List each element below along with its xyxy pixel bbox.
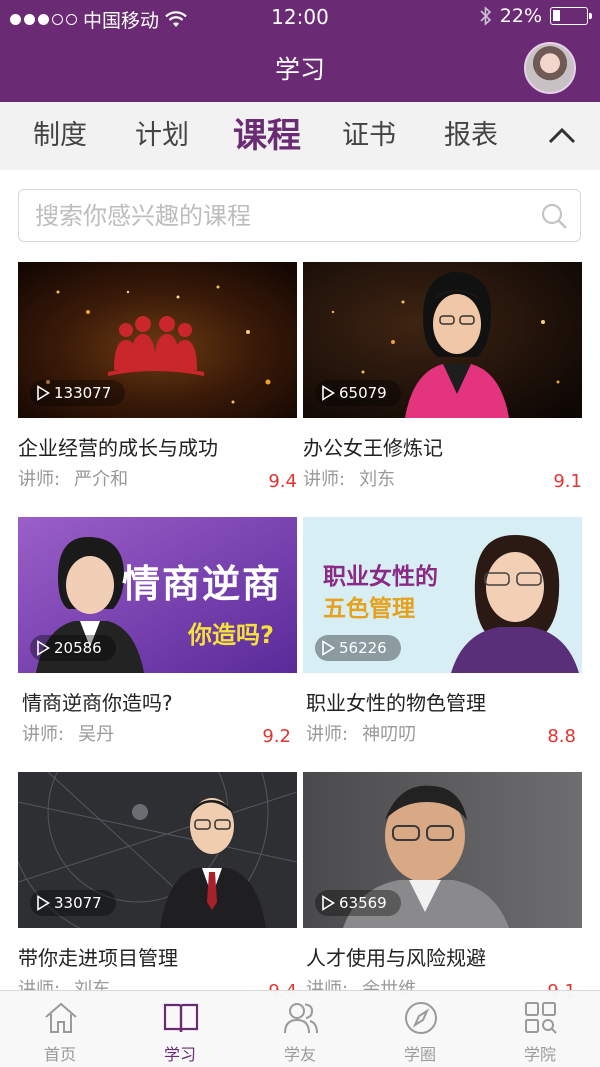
- teacher-name: 吴丹: [78, 724, 115, 745]
- course-title[interactable]: 人才使用与风险规避: [306, 942, 486, 971]
- course-score: 9.4: [268, 471, 297, 492]
- play-icon: [322, 895, 335, 911]
- teacher-label: 讲师:: [22, 724, 65, 745]
- battery-icon: [550, 7, 592, 25]
- book-icon: [163, 1003, 199, 1033]
- nav-label: 学院: [523, 1045, 556, 1064]
- play-count: 133077: [30, 380, 126, 406]
- course-thumbnail[interactable]: 133077: [18, 262, 297, 418]
- nav-home[interactable]: 首页: [0, 991, 120, 1067]
- play-icon: [37, 895, 50, 911]
- search-icon[interactable]: [540, 202, 568, 230]
- play-count-value: 63569: [339, 894, 387, 912]
- course-thumbnail[interactable]: 33077: [18, 772, 297, 928]
- compass-icon: [405, 1002, 437, 1034]
- play-count-value: 20586: [54, 639, 102, 657]
- search-input[interactable]: [35, 190, 535, 241]
- category-tabs: 制度 计划 课程 证书 报表: [0, 102, 600, 170]
- play-count: 63569: [315, 890, 401, 916]
- course-score: 9.1: [553, 471, 582, 492]
- course-title[interactable]: 职业女性的物色管理: [306, 687, 486, 716]
- thumbnail-caption-line1: 职业女性的: [323, 564, 438, 590]
- nav-label: 学圈: [403, 1045, 436, 1064]
- thumbnail-caption-line2: 五色管理: [323, 596, 415, 622]
- tab-rules[interactable]: 制度: [33, 102, 87, 170]
- course-teacher: 讲师: 严介和: [18, 465, 128, 491]
- play-icon: [322, 640, 335, 656]
- course-title[interactable]: 办公女王修炼记: [303, 432, 443, 461]
- bluetooth-icon: [480, 6, 491, 26]
- avatar[interactable]: [524, 42, 576, 94]
- nav-label: 学友: [283, 1045, 316, 1064]
- nav-friends[interactable]: 学友: [240, 991, 360, 1067]
- play-count: 65079: [315, 380, 401, 406]
- play-count-value: 56226: [339, 639, 387, 657]
- play-icon: [37, 640, 50, 656]
- bottom-nav: 首页 学习 学友 学圈 学院: [0, 990, 600, 1067]
- nav-study[interactable]: 学习: [120, 991, 240, 1067]
- play-count: 56226: [315, 635, 401, 661]
- nav-academy[interactable]: 学院: [480, 991, 600, 1067]
- status-bar: 中国移动 12:00 22%: [0, 0, 600, 34]
- search-bar: [18, 189, 581, 242]
- nav-label: 首页: [43, 1045, 76, 1064]
- teacher-name: 刘东: [359, 469, 396, 490]
- play-icon: [37, 385, 50, 401]
- nav-label: 学习: [163, 1045, 196, 1064]
- teacher-label: 讲师:: [306, 724, 349, 745]
- chevron-up-icon[interactable]: [546, 120, 578, 152]
- thumbnail-caption-line1: 情商逆商: [122, 562, 283, 606]
- course-thumbnail[interactable]: 63569: [303, 772, 582, 928]
- course-teacher: 讲师: 吴丹: [22, 720, 114, 746]
- course-teacher: 讲师: 神叨叨: [306, 720, 416, 746]
- play-count: 20586: [30, 635, 116, 661]
- course-score: 9.2: [262, 726, 291, 747]
- teacher-name: 神叨叨: [362, 724, 417, 745]
- status-right: 22%: [480, 5, 592, 27]
- play-count-value: 33077: [54, 894, 102, 912]
- friends-icon: [284, 1003, 318, 1034]
- teacher-name: 严介和: [74, 469, 129, 490]
- course-thumbnail[interactable]: 情商逆商 你造吗? 20586: [18, 517, 297, 673]
- grid-search-icon: [525, 1002, 557, 1034]
- tab-certificates[interactable]: 证书: [342, 102, 396, 170]
- battery-percent: 22%: [499, 5, 542, 27]
- course-score: 8.8: [547, 726, 576, 747]
- tab-plan[interactable]: 计划: [135, 102, 189, 170]
- course-thumbnail[interactable]: 65079: [303, 262, 582, 418]
- course-teacher: 讲师: 刘东: [303, 465, 395, 491]
- teacher-label: 讲师:: [18, 469, 61, 490]
- play-icon: [322, 385, 335, 401]
- play-count-value: 133077: [54, 384, 112, 402]
- tab-courses[interactable]: 课程: [233, 102, 301, 170]
- thumbnail-caption-line2: 你造吗?: [188, 621, 274, 649]
- course-title[interactable]: 企业经营的成长与成功: [18, 432, 218, 461]
- course-title[interactable]: 情商逆商你造吗?: [22, 687, 173, 716]
- page-title: 学习: [274, 55, 325, 84]
- course-title[interactable]: 带你走进项目管理: [18, 942, 178, 971]
- play-count: 33077: [30, 890, 116, 916]
- teacher-label: 讲师:: [303, 469, 346, 490]
- tab-reports[interactable]: 报表: [444, 102, 498, 170]
- home-icon: [45, 1002, 77, 1033]
- app-header: 中国移动 12:00 22% 学习: [0, 0, 600, 102]
- course-thumbnail[interactable]: 职业女性的 五色管理 56226: [303, 517, 582, 673]
- nav-circle[interactable]: 学圈: [360, 991, 480, 1067]
- play-count-value: 65079: [339, 384, 387, 402]
